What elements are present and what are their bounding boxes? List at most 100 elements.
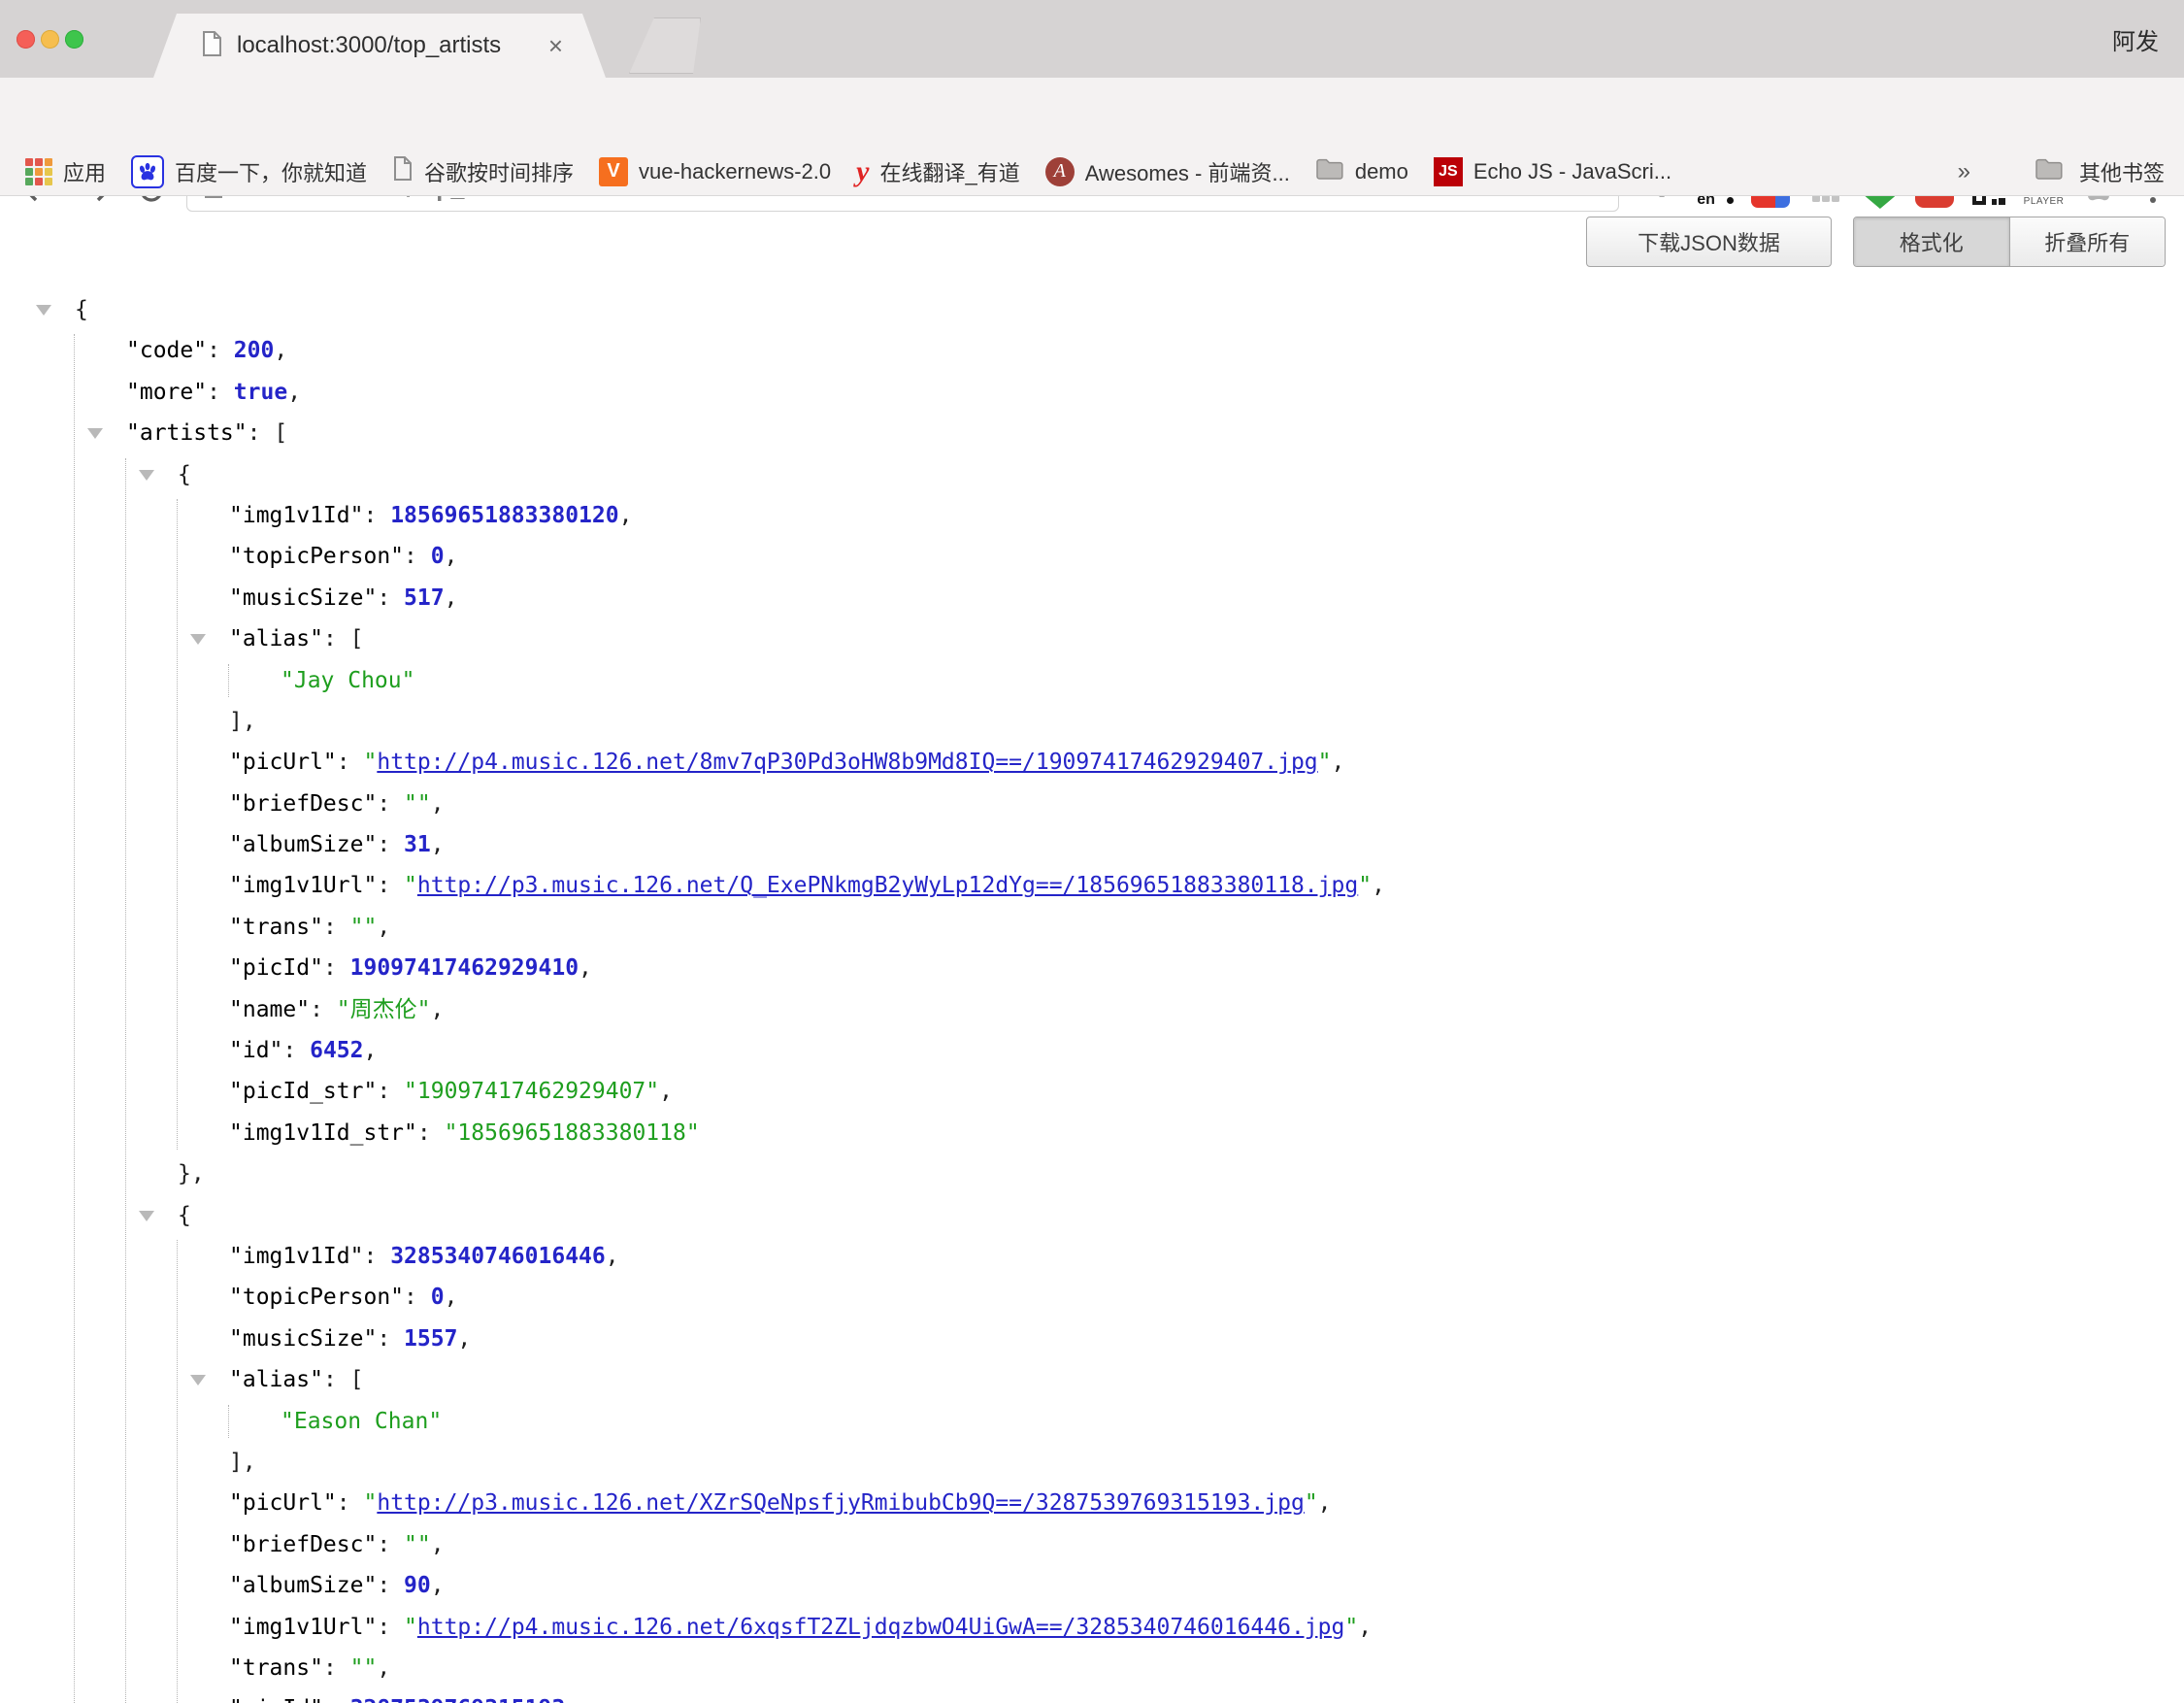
json-colon: : — [377, 791, 404, 817]
bookmark-baidu[interactable]: 百度一下，你就知道 — [131, 155, 367, 188]
json-url-link[interactable]: http://p4.music.126.net/6xqsfT2ZLjdqzbwO… — [417, 1615, 1344, 1640]
json-line: "picId": 19097417462929410, — [0, 948, 2184, 988]
json-line: "alias": [ — [0, 618, 2184, 659]
json-line: { — [0, 454, 2184, 495]
bookmarks-overflow-chevron[interactable]: » — [1958, 158, 1970, 185]
document-icon — [392, 155, 414, 187]
json-key: "code" — [126, 338, 207, 363]
json-comma: , — [287, 380, 301, 405]
json-string: "" — [350, 915, 378, 940]
bookmark-vue-hackernews[interactable]: V vue-hackernews-2.0 — [599, 157, 831, 186]
json-quote: " — [363, 750, 377, 775]
json-key: "img1v1Id" — [229, 503, 363, 528]
json-punctuation: [ — [350, 1367, 364, 1392]
bookmark-apps[interactable]: 应用 — [25, 156, 106, 187]
json-comma: , — [445, 1285, 458, 1310]
json-key: "picUrl" — [229, 750, 337, 775]
browser-window: localhost:3000/top_artists × 阿发 localhos… — [0, 0, 2184, 1703]
json-key: "picId_str" — [229, 1079, 377, 1104]
json-punctuation: }, — [178, 1161, 205, 1186]
json-quote: " — [1305, 1490, 1318, 1516]
json-colon: : — [282, 1038, 310, 1063]
collapse-toggle-icon[interactable] — [36, 305, 51, 316]
json-comma: , — [619, 503, 633, 528]
json-line: "name": "周杰伦", — [0, 989, 2184, 1030]
json-colon: : — [323, 915, 350, 940]
json-comma: , — [431, 791, 445, 817]
json-colon: : — [363, 503, 390, 528]
json-number: 0 — [431, 1285, 445, 1310]
collapse-toggle-icon[interactable] — [139, 470, 154, 481]
json-comma: , — [457, 1326, 471, 1352]
new-tab-button[interactable] — [629, 17, 701, 74]
bookmark-demo-folder[interactable]: demo — [1315, 157, 1408, 186]
json-line: "img1v1Id": 3285340746016446, — [0, 1236, 2184, 1277]
json-key: "albumSize" — [229, 1573, 377, 1598]
indent-guide — [177, 1240, 178, 1703]
json-viewer: {"code": 200,"more": true,"artists": [{"… — [0, 289, 2184, 1703]
json-line: { — [0, 1195, 2184, 1236]
window-minimize-button[interactable] — [41, 30, 59, 49]
json-comma: , — [431, 1532, 445, 1557]
other-bookmarks-folder[interactable]: 其他书签 — [2035, 156, 2165, 187]
json-punctuation: [ — [350, 626, 364, 651]
json-line: "picUrl": "http://p4.music.126.net/8mv7q… — [0, 742, 2184, 783]
json-colon: : — [377, 1573, 404, 1598]
json-number: 1557 — [404, 1326, 457, 1352]
json-quote: " — [363, 1490, 377, 1516]
json-line: "musicSize": 517, — [0, 578, 2184, 618]
json-line: "picId_str": "19097417462929407", — [0, 1071, 2184, 1112]
json-key: "picId" — [229, 955, 323, 981]
collapse-toggle-icon[interactable] — [87, 428, 103, 439]
browser-tab[interactable]: localhost:3000/top_artists × — [153, 14, 606, 78]
json-line: "albumSize": 90, — [0, 1565, 2184, 1606]
page-favicon-icon — [200, 30, 223, 62]
collapse-toggle-icon[interactable] — [190, 634, 206, 645]
json-line: "img1v1Id_str": "18569651883380118" — [0, 1113, 2184, 1153]
json-comma: , — [1332, 750, 1345, 775]
collapse-all-button[interactable]: 折叠所有 — [2009, 217, 2166, 266]
json-string: "" — [404, 1532, 431, 1557]
json-key: "picUrl" — [229, 1490, 337, 1516]
json-line: "picId": 3287539769315193, — [0, 1688, 2184, 1703]
bookmark-youdao-translate[interactable]: y 在线翻译_有道 — [856, 155, 1020, 188]
json-line: "briefDesc": "", — [0, 1524, 2184, 1565]
collapse-toggle-icon[interactable] — [139, 1211, 154, 1221]
json-line: "topicPerson": 0, — [0, 536, 2184, 577]
json-line: "picUrl": "http://p3.music.126.net/XZrSQ… — [0, 1483, 2184, 1523]
json-colon: : — [377, 585, 404, 611]
window-close-button[interactable] — [17, 30, 35, 49]
json-line: ], — [0, 701, 2184, 742]
json-quote: " — [404, 873, 417, 898]
json-line: "trans": "", — [0, 1648, 2184, 1688]
json-number: 517 — [404, 585, 445, 611]
json-line: ], — [0, 1442, 2184, 1483]
json-colon: : — [363, 1244, 390, 1269]
json-line: "albumSize": 31, — [0, 824, 2184, 865]
json-punctuation: { — [178, 462, 191, 487]
json-url-link[interactable]: http://p3.music.126.net/Q_ExePNkmgB2yWyL… — [417, 873, 1358, 898]
json-url-link[interactable]: http://p3.music.126.net/XZrSQeNpsfjyRmib… — [377, 1490, 1304, 1516]
window-fullscreen-button[interactable] — [65, 30, 83, 49]
collapse-toggle-icon[interactable] — [190, 1375, 206, 1386]
download-json-button[interactable]: 下载JSON数据 — [1586, 217, 1832, 267]
json-key: "img1v1Id_str" — [229, 1120, 417, 1146]
json-comma: , — [363, 1038, 377, 1063]
json-comma: , — [659, 1079, 673, 1104]
json-comma: , — [431, 997, 445, 1022]
json-key: "briefDesc" — [229, 1532, 377, 1557]
json-comma: , — [431, 832, 445, 857]
json-key: "img1v1Id" — [229, 1244, 363, 1269]
json-string: "18569651883380118" — [445, 1120, 700, 1146]
format-button[interactable]: 格式化 — [1854, 217, 2009, 266]
tab-close-icon[interactable]: × — [545, 33, 567, 58]
bookmark-echojs[interactable]: JS Echo JS - JavaScri... — [1434, 157, 1671, 186]
bookmark-awesomes[interactable]: A Awesomes - 前端资... — [1045, 156, 1290, 187]
indent-guide — [74, 334, 75, 1703]
bookmark-google-sort[interactable]: 谷歌按时间排序 — [392, 155, 574, 187]
json-boolean: true — [234, 380, 287, 405]
json-url-link[interactable]: http://p4.music.126.net/8mv7qP30Pd3oHW8b… — [377, 750, 1317, 775]
indent-guide — [125, 458, 126, 1703]
json-quote: " — [1318, 750, 1332, 775]
browser-profile-name[interactable]: 阿发 — [2112, 0, 2159, 78]
